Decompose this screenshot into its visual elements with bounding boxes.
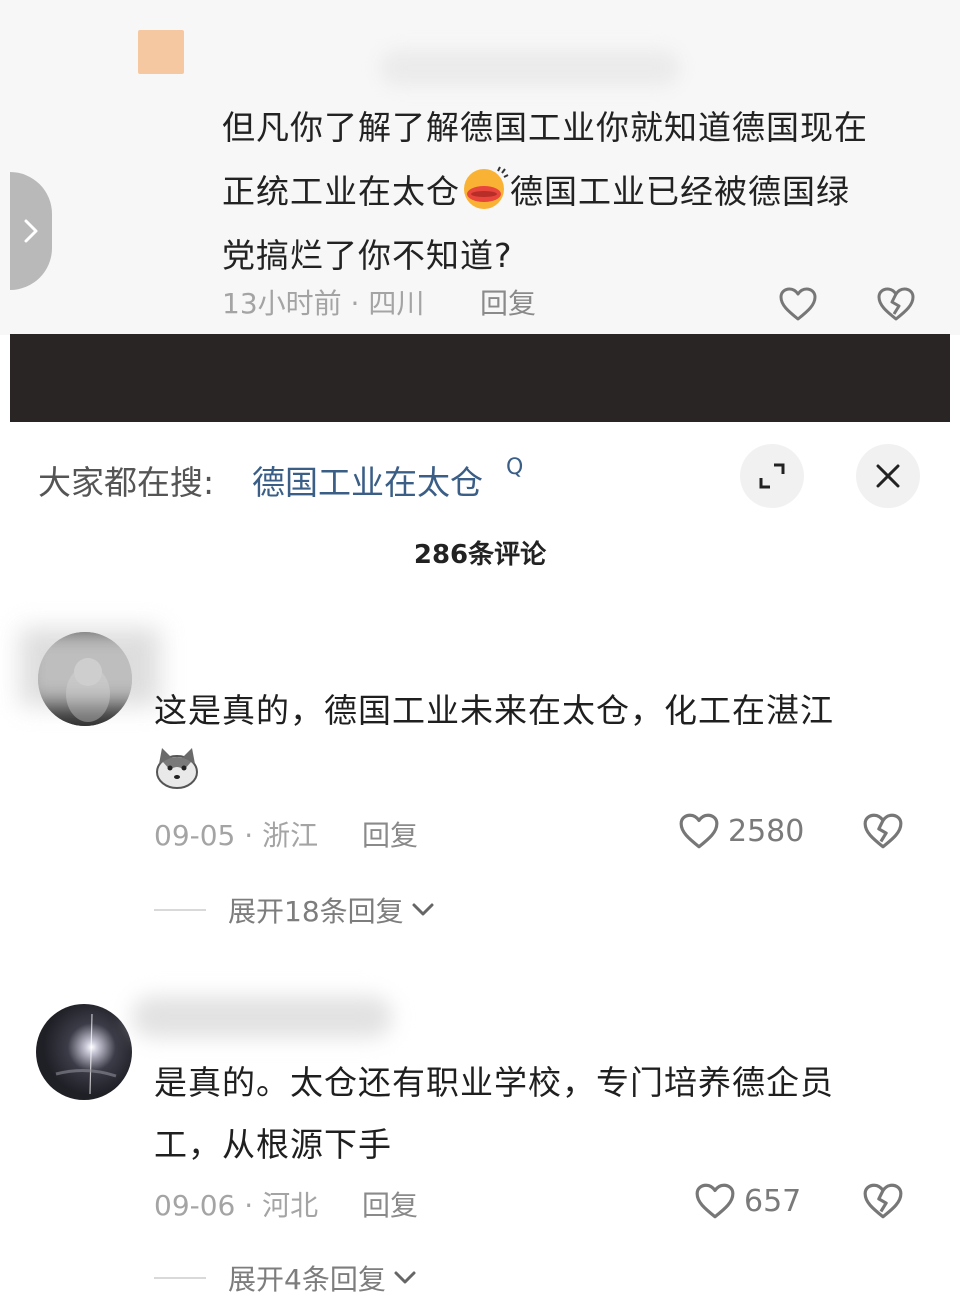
heart-outline-icon [695, 1183, 735, 1219]
like-count: 2580 [728, 813, 805, 849]
broken-heart-icon [863, 1183, 903, 1219]
comment-line: 但凡你了解了解德国工业你就知道德国现在 [222, 108, 868, 147]
broken-heart-icon [877, 287, 915, 321]
quoted-comment-text: 但凡你了解了解德国工业你就知道德国现在 正统工业在太仓 德国工业已经被德国绿 党… [222, 96, 922, 288]
chevron-down-icon [394, 1271, 416, 1284]
duck-lips-emoji-icon [460, 165, 510, 211]
expand-panel-button[interactable] [740, 444, 804, 508]
dislike-button[interactable] [876, 286, 916, 326]
close-icon [876, 464, 900, 488]
reply-button[interactable]: 回复 [480, 282, 536, 322]
search-icon[interactable]: Q [506, 455, 523, 480]
husky-emoji-icon [154, 746, 200, 794]
blurred-username [132, 996, 392, 1038]
heart-outline-icon [779, 287, 817, 321]
blurred-username [380, 50, 680, 86]
video-strip [10, 334, 950, 422]
comment-text: 这是真的，德国工业未来在太仓，化工在湛江 [154, 680, 914, 742]
comment-line-part: 德国工业已经被德国绿 [510, 172, 850, 211]
like-button[interactable]: 657 [694, 1182, 801, 1220]
comment-line: 正统工业在太仓 德国工业已经被德国绿 [222, 160, 922, 224]
reply-button[interactable]: 回复 [362, 1184, 418, 1224]
expand-replies-label: 展开4条回复 [228, 1263, 386, 1296]
comment-line: 工，从根源下手 [154, 1125, 392, 1164]
avatar[interactable] [138, 30, 184, 74]
comment-meta: 09-05 · 浙江 [154, 819, 319, 852]
comments-count-title: 286条评论 [413, 540, 547, 570]
comment-line-part: 正统工业在太仓 [222, 172, 460, 211]
divider [154, 1277, 206, 1279]
comment-meta: 13小时前 · 四川 [222, 287, 425, 320]
heart-outline-icon [679, 813, 719, 849]
comment-text: 是真的。太仓还有职业学校，专门培养德企员 工，从根源下手 [154, 1052, 914, 1176]
expand-replies-button[interactable]: 展开18条回复 [154, 890, 436, 930]
dislike-button[interactable] [862, 812, 904, 854]
search-suggestion-label: 大家都在搜: [38, 463, 215, 502]
expand-replies-label: 展开18条回复 [228, 895, 404, 928]
like-button[interactable] [778, 286, 818, 326]
comment-line: 是真的。太仓还有职业学校，专门培养德企员 [154, 1063, 834, 1102]
expand-replies-button[interactable]: 展开4条回复 [154, 1258, 418, 1298]
broken-heart-icon [863, 813, 903, 849]
chevron-right-icon [24, 219, 38, 243]
chevron-down-icon [412, 903, 434, 916]
blurred-username [20, 628, 160, 706]
comment-line: 这是真的，德国工业未来在太仓，化工在湛江 [154, 691, 834, 730]
divider [154, 909, 206, 911]
avatar[interactable] [36, 1004, 132, 1100]
dislike-button[interactable] [862, 1182, 904, 1224]
reply-button[interactable]: 回复 [362, 814, 418, 854]
comment-line: 党搞烂了你不知道? [222, 236, 513, 275]
search-suggestion-link[interactable]: 德国工业在太仓 [252, 456, 483, 504]
expand-arrows-icon [759, 463, 785, 489]
avatar-image [36, 1004, 132, 1100]
close-panel-button[interactable] [856, 444, 920, 508]
like-button[interactable]: 2580 [678, 812, 804, 850]
like-count: 657 [744, 1183, 802, 1219]
comment-meta: 09-06 · 河北 [154, 1189, 319, 1222]
